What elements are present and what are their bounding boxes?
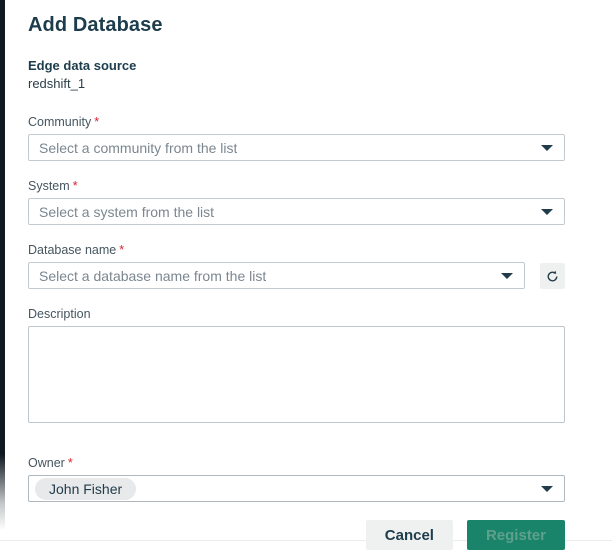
chevron-down-icon xyxy=(541,209,553,215)
system-label: System* xyxy=(28,179,565,193)
database-name-select-placeholder: Select a database name from the list xyxy=(39,268,266,284)
description-label: Description xyxy=(28,307,565,321)
community-label: Community* xyxy=(28,115,565,129)
refresh-button[interactable] xyxy=(540,263,565,289)
system-select-placeholder: Select a system from the list xyxy=(39,204,214,220)
required-asterisk: * xyxy=(73,179,78,193)
edge-data-source-label: Edge data source xyxy=(28,58,565,73)
owner-label: Owner* xyxy=(28,456,565,470)
system-select[interactable]: Select a system from the list xyxy=(28,198,565,225)
community-field-group: Community* Select a community from the l… xyxy=(28,115,565,161)
description-field-group: Description xyxy=(28,307,565,428)
system-label-text: System xyxy=(28,179,70,193)
register-button[interactable]: Register xyxy=(467,520,565,550)
owner-field-group: Owner* John Fisher xyxy=(28,456,565,502)
required-asterisk: * xyxy=(94,115,99,129)
dialog-footer: Cancel Register xyxy=(28,520,565,550)
page-title: Add Database xyxy=(28,14,565,37)
database-name-select[interactable]: Select a database name from the list xyxy=(28,262,525,289)
required-asterisk: * xyxy=(119,243,124,257)
edge-data-source-value: redshift_1 xyxy=(28,76,565,91)
description-textarea[interactable] xyxy=(28,326,565,423)
required-asterisk: * xyxy=(68,456,73,470)
owner-chip: John Fisher xyxy=(35,478,136,500)
add-database-dialog: Add Database Edge data source redshift_1… xyxy=(0,0,612,541)
chevron-down-icon xyxy=(501,273,513,279)
chevron-down-icon xyxy=(541,486,553,492)
database-name-label-text: Database name xyxy=(28,243,116,257)
community-label-text: Community xyxy=(28,115,91,129)
owner-label-text: Owner xyxy=(28,456,65,470)
cancel-button[interactable]: Cancel xyxy=(366,520,453,550)
edge-data-source-section: Edge data source redshift_1 xyxy=(28,58,565,91)
community-select[interactable]: Select a community from the list xyxy=(28,134,565,161)
system-field-group: System* Select a system from the list xyxy=(28,179,565,225)
database-name-label: Database name* xyxy=(28,243,565,257)
refresh-icon xyxy=(546,270,559,283)
chevron-down-icon xyxy=(541,145,553,151)
background-edge-strip xyxy=(0,0,5,541)
description-label-text: Description xyxy=(28,307,91,321)
dialog-content: Add Database Edge data source redshift_1… xyxy=(28,14,565,550)
owner-select[interactable]: John Fisher xyxy=(28,475,565,502)
community-select-placeholder: Select a community from the list xyxy=(39,140,237,156)
database-name-row: Select a database name from the list xyxy=(28,262,565,289)
database-name-field-group: Database name* Select a database name fr… xyxy=(28,243,565,289)
